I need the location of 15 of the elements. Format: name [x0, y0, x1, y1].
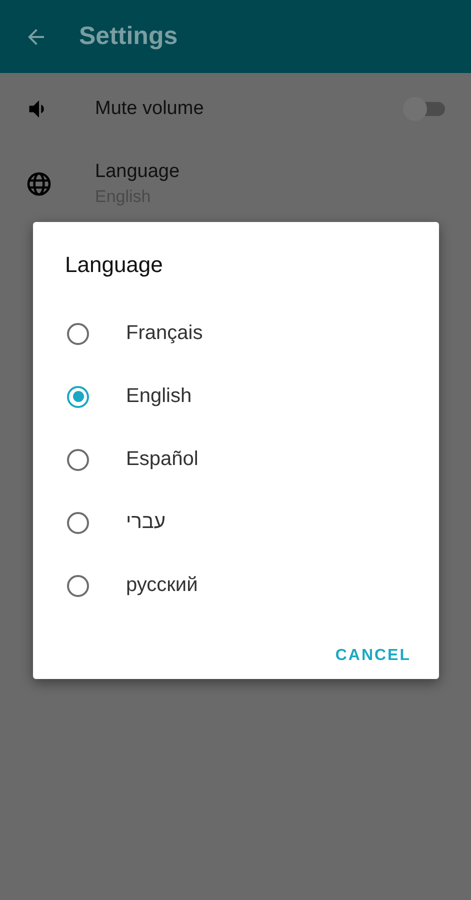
toggle-switch[interactable]: [403, 97, 447, 121]
radio-button[interactable]: [67, 574, 89, 596]
radio-button[interactable]: [67, 386, 89, 408]
setting-label: Language: [95, 161, 181, 183]
language-option[interactable]: עברי: [126, 511, 166, 534]
radio-button[interactable]: [67, 512, 89, 534]
dialog-title: Language: [65, 252, 164, 278]
language-option[interactable]: English: [126, 385, 192, 408]
language-option[interactable]: Français: [126, 322, 203, 345]
setting-label: Mute volume: [95, 98, 205, 120]
screen-title: Settings: [79, 22, 178, 51]
radio-button[interactable]: [67, 448, 89, 470]
language-option[interactable]: русский: [126, 574, 198, 597]
language-option[interactable]: Español: [126, 448, 198, 471]
radio-button[interactable]: [67, 322, 89, 344]
